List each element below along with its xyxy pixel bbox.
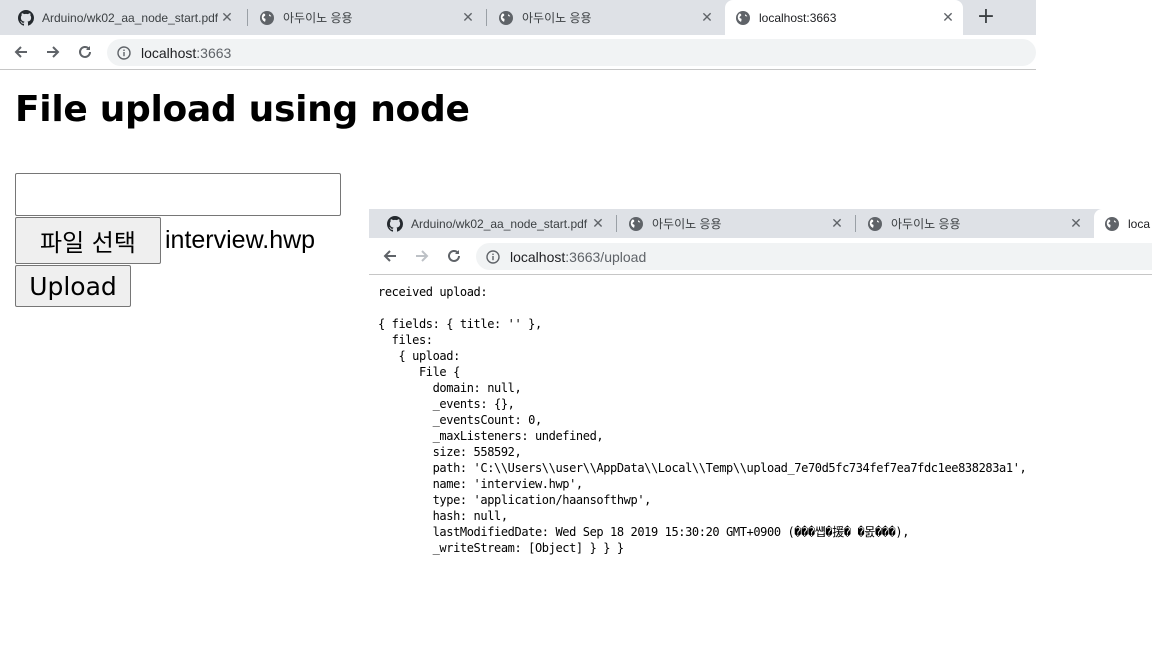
back-arrow-icon xyxy=(383,250,396,262)
globe-icon xyxy=(868,216,882,231)
address-bar[interactable]: localhost:3663/upload xyxy=(476,243,1152,270)
url-path: :3663/upload xyxy=(565,248,647,265)
close-tab-icon[interactable]: ✕ xyxy=(1067,215,1085,232)
tab-title: 아두이노 응용 xyxy=(522,11,592,25)
globe-icon xyxy=(736,10,750,25)
toolbar-divider xyxy=(0,69,1036,70)
new-tab-button[interactable]: + xyxy=(971,0,1001,35)
url-text: localhost:3663/upload xyxy=(510,249,646,265)
github-icon xyxy=(18,9,34,26)
reload-button[interactable] xyxy=(70,35,100,69)
forward-arrow-icon xyxy=(416,250,429,262)
close-tab-icon[interactable]: ✕ xyxy=(589,215,607,232)
address-bar[interactable]: localhost:3663 xyxy=(107,39,1036,66)
reload-icon xyxy=(448,249,460,262)
forward-button[interactable] xyxy=(407,238,437,274)
url-host: localhost xyxy=(510,248,566,265)
info-icon[interactable] xyxy=(486,249,500,264)
tab-title: Arduino/wk02_aa_node_start.pdf xyxy=(42,10,219,25)
tab-divider xyxy=(486,9,487,26)
reload-button[interactable] xyxy=(439,238,469,274)
globe-icon xyxy=(499,10,513,25)
upload-response-text: received upload: { fields: { title: '' }… xyxy=(378,285,1027,555)
second-tab-github[interactable]: Arduino/wk02_aa_node_start.pdf ✕ xyxy=(377,209,613,238)
second-tab-strip: Arduino/wk02_aa_node_start.pdf ✕ 아두이노 응용… xyxy=(369,209,1152,238)
close-tab-icon[interactable]: ✕ xyxy=(828,215,846,232)
tab-title: Arduino/wk02_aa_node_start.pdf xyxy=(411,216,588,231)
main-tab-github[interactable]: Arduino/wk02_aa_node_start.pdf ✕ xyxy=(8,0,242,35)
tab-divider xyxy=(247,9,248,26)
main-toolbar: localhost:3663 xyxy=(0,35,1036,69)
github-icon xyxy=(387,215,403,232)
upload-result-window: Arduino/wk02_aa_node_start.pdf ✕ 아두이노 응용… xyxy=(369,209,1152,648)
upload-button[interactable]: Upload xyxy=(15,265,131,307)
choose-file-button[interactable]: 파일 선택 xyxy=(15,217,161,264)
tab-title: 아두이노 응용 xyxy=(283,11,353,25)
globe-icon xyxy=(1105,216,1119,231)
tab-title: localhost:3663 xyxy=(759,10,837,25)
second-tab-arduino-1[interactable]: 아두이노 응용 ✕ xyxy=(618,209,852,238)
close-tab-icon[interactable]: ✕ xyxy=(459,9,477,26)
title-input[interactable] xyxy=(15,173,341,216)
toolbar-divider xyxy=(369,274,1152,275)
forward-button[interactable] xyxy=(38,35,68,69)
main-tab-localhost[interactable]: localhost:3663 ✕ xyxy=(725,0,963,35)
tab-title: loca xyxy=(1128,216,1151,231)
close-tab-icon[interactable]: ✕ xyxy=(698,9,716,26)
tab-title: 아두이노 응용 xyxy=(652,217,722,231)
reload-icon xyxy=(79,45,91,58)
back-button[interactable] xyxy=(375,238,405,274)
globe-icon xyxy=(260,10,274,25)
forward-arrow-icon xyxy=(47,46,60,58)
url-text: localhost:3663 xyxy=(141,45,231,61)
url-port: :3663 xyxy=(196,44,232,61)
main-tab-arduino-1[interactable]: 아두이노 응용 ✕ xyxy=(249,0,483,35)
main-tab-strip: Arduino/wk02_aa_node_start.pdf ✕ 아두이노 응용… xyxy=(0,0,1036,35)
second-toolbar: localhost:3663/upload xyxy=(369,238,1152,274)
url-host: localhost xyxy=(141,44,197,61)
tab-title: 아두이노 응용 xyxy=(891,217,961,231)
tab-divider xyxy=(616,215,617,232)
tab-divider xyxy=(855,215,856,232)
globe-icon xyxy=(629,216,643,231)
close-tab-icon[interactable]: ✕ xyxy=(939,9,957,26)
page-title: File upload using node xyxy=(15,89,470,130)
second-tab-arduino-2[interactable]: 아두이노 응용 ✕ xyxy=(857,209,1091,238)
selected-file-name: interview.hwp xyxy=(165,226,316,254)
close-tab-icon[interactable]: ✕ xyxy=(218,9,236,26)
back-arrow-icon xyxy=(14,46,27,58)
second-tab-localhost[interactable]: loca xyxy=(1094,209,1152,238)
back-button[interactable] xyxy=(6,35,36,69)
info-icon[interactable] xyxy=(117,45,131,60)
main-tab-arduino-2[interactable]: 아두이노 응용 ✕ xyxy=(488,0,722,35)
